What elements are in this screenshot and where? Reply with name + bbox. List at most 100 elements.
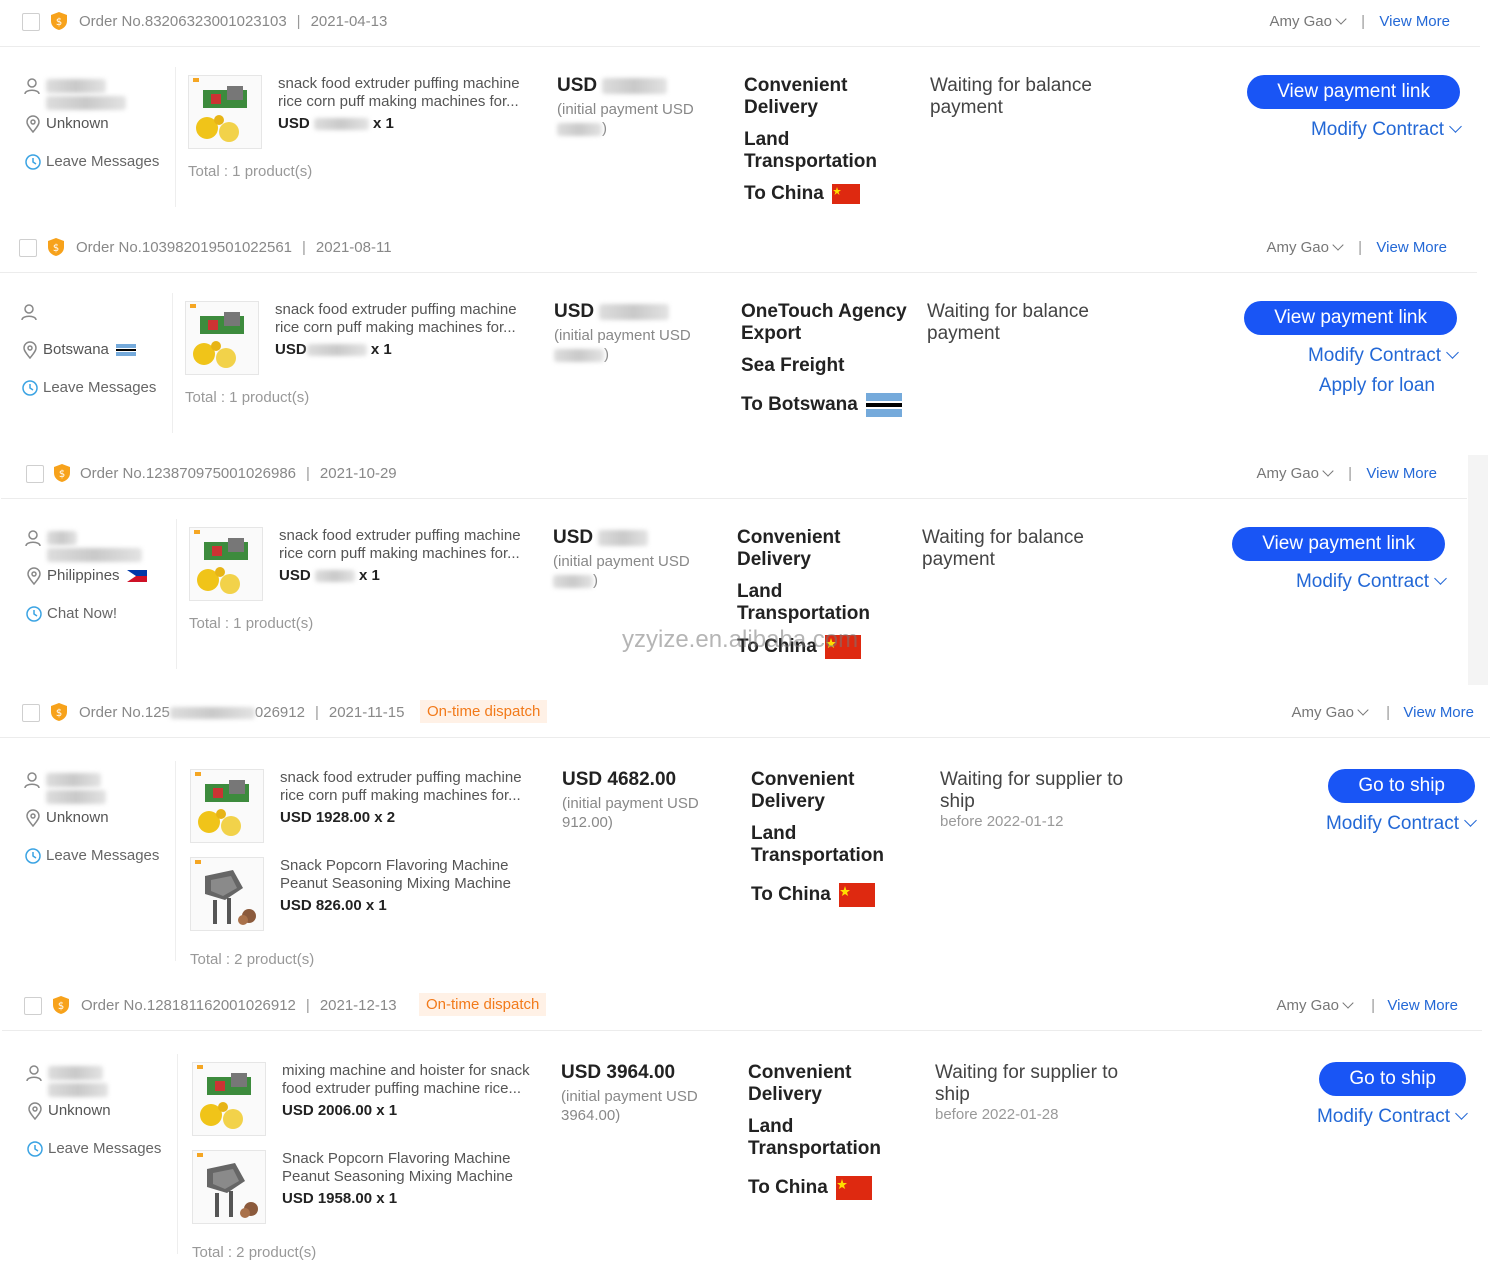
leave-messages-link[interactable]: Leave Messages [26,1140,176,1160]
product-total: Total : 1 product(s) [189,615,314,632]
order-checkbox[interactable] [19,239,37,257]
divider [175,761,176,961]
modify-contract-dropdown[interactable]: Modify Contract [1225,571,1447,593]
product-item[interactable]: snack food extruder puffing machine rice… [188,75,548,163]
buyer-info: Philippines Chat Now! [25,529,175,643]
agent-dropdown[interactable]: Amy Gao [1269,13,1347,30]
order-status: Waiting for balance payment [922,527,1122,571]
amount-value: USD 3964.00 [561,1062,676,1083]
agent-dropdown[interactable]: Amy Gao [1291,704,1369,721]
order-number: Order No.123870975001026986 [80,465,297,482]
chevron-down-icon [1332,239,1344,251]
order-checkbox[interactable] [22,704,40,722]
product-qty: x 1 [359,567,380,584]
leave-messages-link[interactable]: Leave Messages [24,847,174,867]
modify-contract-dropdown[interactable]: Modify Contract [1240,119,1462,141]
order-checkbox[interactable] [26,465,44,483]
status-text: Waiting for balance payment [922,527,1084,570]
order-number-blurred [169,707,255,720]
order-checkbox[interactable] [24,997,42,1015]
product-price: USD 826.00 x 1 [280,897,387,914]
product-name[interactable]: snack food extruder puffing machine rice… [278,75,543,111]
leave-messages-link[interactable]: Leave Messages [24,153,174,173]
buyer-info: Unknown Leave Messages [24,771,174,885]
price-blurred [314,570,355,583]
agent-dropdown[interactable]: Amy Gao [1256,465,1334,482]
shipping-destination: To China [744,183,824,204]
product-item[interactable]: Snack Popcorn Flavoring Machine Peanut S… [192,1150,552,1238]
product-item[interactable]: snack food extruder puffing machine rice… [190,769,550,857]
view-payment-link-button[interactable]: View payment link [1247,75,1460,109]
product-item[interactable]: mixing machine and hoister for snack foo… [192,1062,552,1150]
scrollbar[interactable] [1468,455,1488,685]
product-name[interactable]: Snack Popcorn Flavoring Machine Peanut S… [280,857,545,893]
svg-text:$: $ [56,708,62,719]
extruder-machine-image[interactable] [185,301,259,375]
extruder-machine-image[interactable] [192,1062,266,1136]
extruder-machine-image[interactable] [190,769,264,843]
shipping-info: Convenient Delivery Land Transportation … [744,75,914,215]
buyer-name-blurred [48,1066,103,1081]
contact-label: Leave Messages [43,379,157,396]
product-name[interactable]: snack food extruder puffing machine rice… [280,769,545,805]
view-more-link[interactable]: View More [1387,997,1458,1014]
user-icon [21,304,37,321]
buyer-name-blurred [46,790,106,805]
view-more-link[interactable]: View More [1376,239,1447,256]
clock-icon [27,1141,43,1157]
status-text: Waiting for balance payment [927,301,1089,344]
chevron-down-icon [1322,465,1334,477]
product-name[interactable]: snack food extruder puffing machine rice… [275,301,540,337]
view-more-link[interactable]: View More [1403,704,1474,721]
svg-text:$: $ [56,17,62,28]
product-qty: x 2 [374,809,396,826]
contact-label: Leave Messages [48,1140,162,1157]
order-number: Order No.83206323001023103 [79,13,287,30]
modify-contract-dropdown[interactable]: Modify Contract [1246,1106,1468,1128]
agent-dropdown[interactable]: Amy Gao [1276,997,1354,1014]
view-payment-link-button[interactable]: View payment link [1244,301,1457,335]
trade-assurance-shield-icon: $ [54,464,70,482]
view-payment-link-button[interactable]: View payment link [1232,527,1445,561]
order-number-tail: 026912 [254,704,305,721]
order-checkbox[interactable] [22,13,40,31]
modify-contract-dropdown[interactable]: Modify Contract [1237,345,1459,367]
product-name[interactable]: mixing machine and hoister for snack foo… [282,1062,547,1098]
extruder-machine-image[interactable] [188,75,262,149]
philippines-flag-icon [126,570,147,583]
trade-assurance-shield-icon: $ [53,996,69,1014]
order-actions: Go to ship Modify Contract [1255,769,1477,835]
modify-contract-dropdown[interactable]: Modify Contract [1255,813,1477,835]
seasoning-machine-image[interactable] [190,857,264,931]
seasoning-machine-image[interactable] [192,1150,266,1224]
watermark: yzyize.en.alibaba.com [622,626,859,653]
view-more-link[interactable]: View More [1366,465,1437,482]
product-price: USD 1958.00 x 1 [282,1190,397,1207]
buyer-name-blurred [48,1083,108,1098]
product-name[interactable]: snack food extruder puffing machine rice… [279,527,544,563]
product-list: snack food extruder puffing machine rice… [188,75,548,180]
leave-messages-link[interactable]: Leave Messages [21,379,171,399]
extruder-machine-image[interactable] [189,527,263,601]
buyer-name-blurred [46,96,126,111]
order-date: 2021-12-13 [319,997,397,1014]
go-to-ship-button[interactable]: Go to ship [1328,769,1475,803]
product-item[interactable]: snack food extruder puffing machine rice… [185,301,545,389]
chat-now-link[interactable]: Chat Now! [25,605,175,625]
shipping-service: Convenient Delivery [748,1062,852,1105]
product-name[interactable]: Snack Popcorn Flavoring Machine Peanut S… [282,1150,547,1186]
apply-for-loan-link[interactable]: Apply for loan [1237,375,1457,397]
modify-contract-label: Modify Contract [1310,119,1444,140]
chevron-down-icon [1449,120,1462,133]
order-actions: View payment link Modify Contract [1240,75,1462,141]
user-icon [24,772,40,789]
divider [177,1054,178,1254]
view-more-link[interactable]: View More [1379,13,1450,30]
product-list: snack food extruder puffing machine rice… [189,527,549,632]
product-total: Total : 1 product(s) [185,389,310,406]
product-item[interactable]: Snack Popcorn Flavoring Machine Peanut S… [190,857,550,945]
agent-dropdown[interactable]: Amy Gao [1266,239,1344,256]
product-item[interactable]: snack food extruder puffing machine rice… [189,527,549,615]
amount-value: USD [557,75,598,96]
go-to-ship-button[interactable]: Go to ship [1319,1062,1466,1096]
